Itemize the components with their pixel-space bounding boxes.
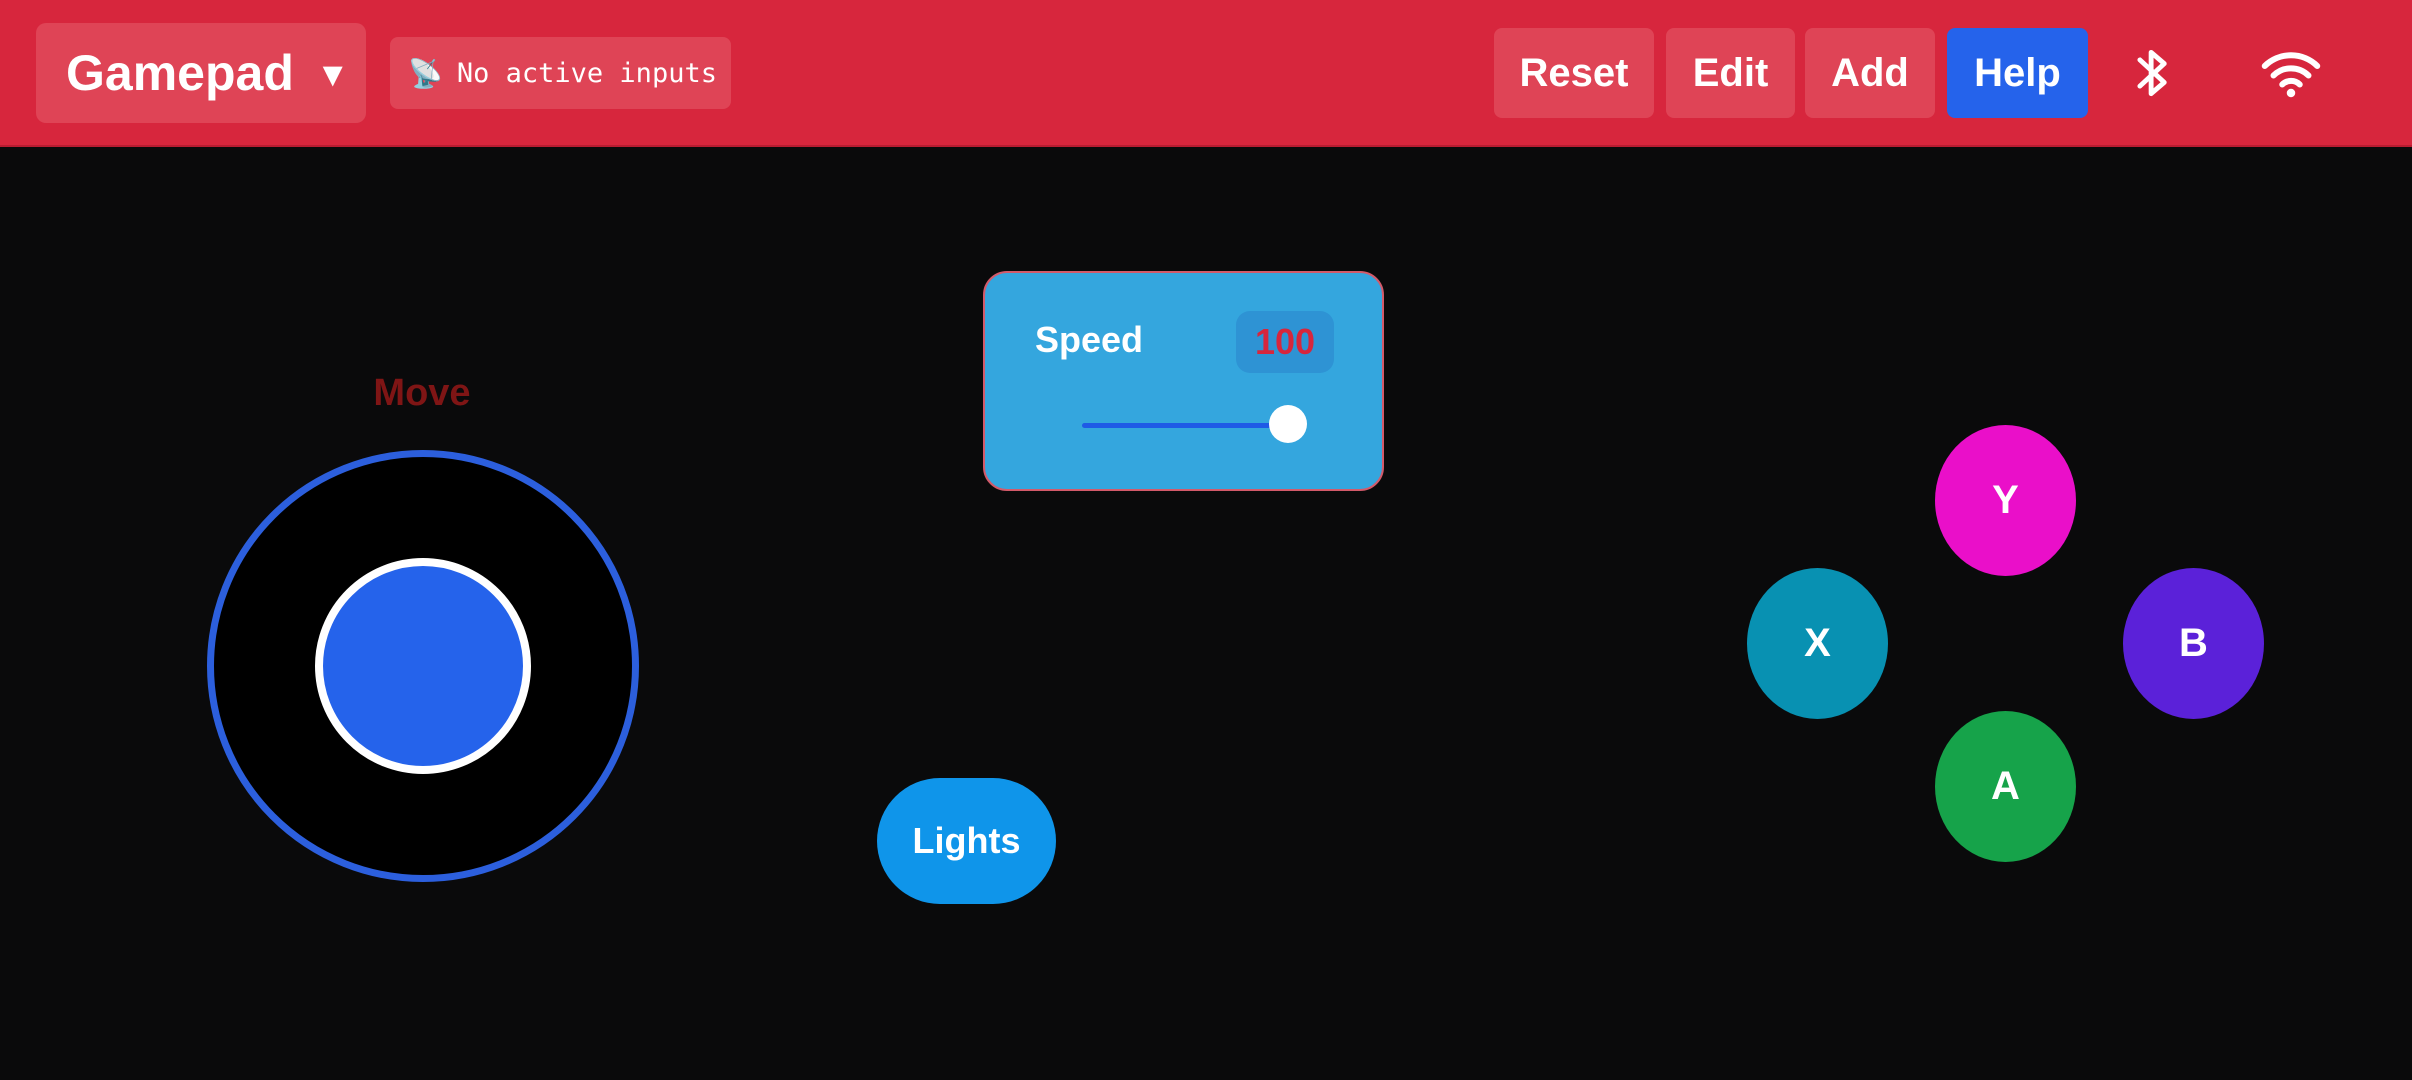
b-button[interactable]: B	[2123, 568, 2264, 719]
add-button[interactable]: Add	[1805, 28, 1935, 118]
profile-name: Gamepad	[66, 45, 294, 101]
joystick-label: Move	[373, 372, 471, 414]
bluetooth-icon[interactable]	[2118, 38, 2188, 108]
speed-slider-track[interactable]	[1082, 423, 1288, 428]
input-status-badge: 📡 No active inputs	[390, 37, 731, 109]
lights-button[interactable]: Lights	[877, 778, 1056, 904]
speed-slider-thumb[interactable]	[1269, 405, 1307, 443]
speed-value-badge: 100	[1236, 311, 1334, 373]
reset-button[interactable]: Reset	[1494, 28, 1654, 118]
help-button[interactable]: Help	[1947, 28, 2088, 118]
x-button[interactable]: X	[1747, 568, 1888, 719]
wifi-icon[interactable]	[2256, 38, 2326, 108]
edit-button[interactable]: Edit	[1666, 28, 1795, 118]
profile-selector[interactable]: Gamepad ▼	[36, 23, 366, 123]
a-button[interactable]: A	[1935, 711, 2076, 862]
chevron-down-icon: ▼	[315, 55, 350, 94]
top-toolbar: Gamepad ▼ 📡 No active inputs Reset Edit …	[0, 0, 2412, 147]
speed-label: Speed	[1035, 319, 1144, 360]
joystick-knob[interactable]	[315, 558, 531, 774]
input-status-text: No active inputs	[456, 57, 717, 89]
satellite-antenna-icon: 📡	[408, 56, 443, 90]
y-button[interactable]: Y	[1935, 425, 2076, 576]
speed-slider-card: Speed 100	[983, 271, 1384, 491]
